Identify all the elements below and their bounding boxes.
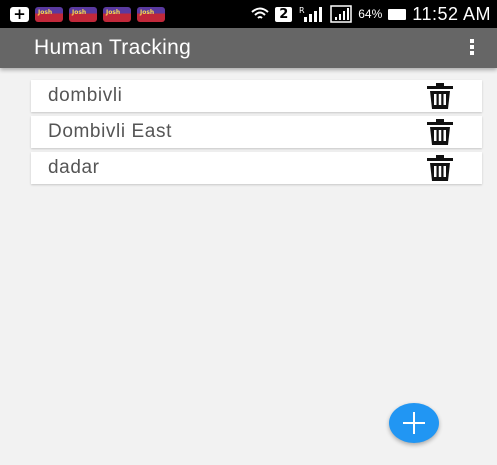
wifi-icon <box>251 7 269 19</box>
notification-app-icon: Josh <box>35 6 63 22</box>
notification-plus-icon: + <box>10 6 29 22</box>
location-name: dombivli <box>48 85 123 106</box>
clock: 11:52 AM <box>412 4 491 24</box>
trash-icon[interactable] <box>426 119 454 145</box>
add-location-button[interactable] <box>389 403 439 443</box>
list-item[interactable]: dadar <box>31 152 482 184</box>
notification-app-icon: Josh <box>69 6 97 22</box>
app-title: Human Tracking <box>34 36 192 59</box>
signal-icon-2 <box>330 5 352 23</box>
list-item[interactable]: Dombivli East <box>31 116 482 148</box>
sim-icon: 2 <box>275 6 293 22</box>
svg-text:R: R <box>299 6 305 15</box>
notification-app-icon: Josh <box>103 6 131 22</box>
plus-icon <box>403 412 425 434</box>
notification-app-icon: Josh <box>137 6 165 22</box>
app-bar: Human Tracking <box>0 28 497 68</box>
trash-icon[interactable] <box>426 155 454 181</box>
battery-percent: 64% <box>358 7 383 21</box>
location-list: dombivli Dombivli East dadar <box>31 80 482 188</box>
signal-icon: R <box>299 6 323 22</box>
battery-icon <box>388 8 407 20</box>
list-item[interactable]: dombivli <box>31 80 482 112</box>
trash-icon[interactable] <box>426 83 454 109</box>
location-name: Dombivli East <box>48 121 172 142</box>
more-vert-icon[interactable] <box>468 39 476 57</box>
status-bar: + Josh Josh Josh Josh 2 R 64% 11:52 AM <box>0 0 497 28</box>
location-name: dadar <box>48 157 100 178</box>
